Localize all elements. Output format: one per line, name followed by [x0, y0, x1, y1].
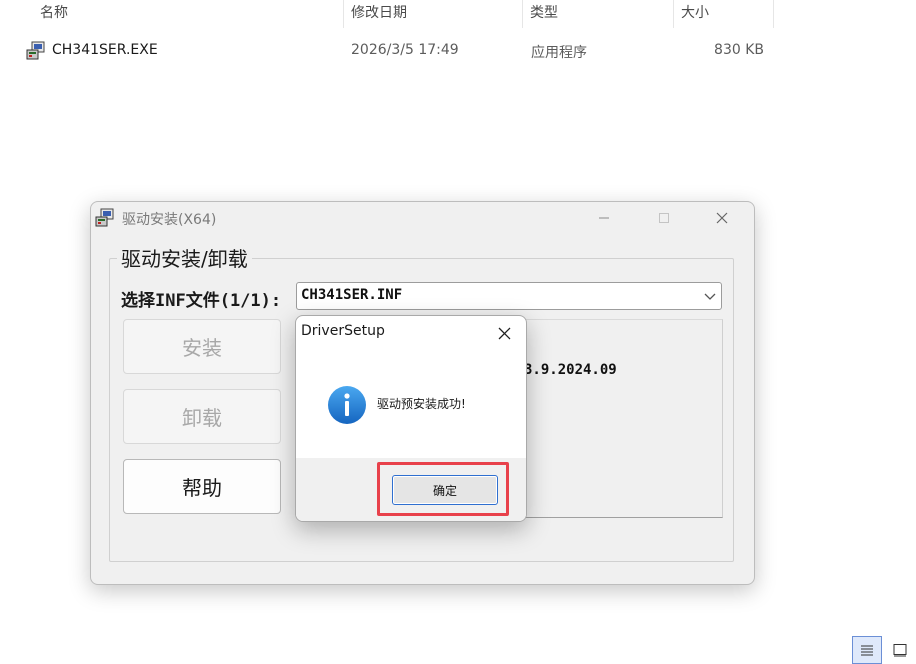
- large-icons-view-button[interactable]: [885, 636, 915, 664]
- window-title: 驱动安装(X64): [122, 212, 217, 228]
- file-modified: 2026/3/5 17:49: [351, 42, 459, 58]
- file-name: CH341SER.EXE: [52, 42, 158, 58]
- chevron-down-icon: [704, 293, 716, 300]
- column-divider[interactable]: [673, 0, 674, 28]
- column-size[interactable]: 大小: [681, 0, 709, 28]
- install-button[interactable]: 安装: [123, 319, 281, 374]
- column-divider[interactable]: [773, 0, 774, 28]
- column-divider[interactable]: [343, 0, 344, 28]
- installer-exe-icon: [26, 41, 45, 60]
- close-button[interactable]: [699, 202, 745, 234]
- driver-version-text: 3.9.2024.09: [524, 362, 617, 378]
- details-view-icon: [861, 645, 873, 656]
- ok-button[interactable]: 确定: [392, 475, 498, 505]
- maximize-icon: [659, 213, 669, 223]
- uninstall-button[interactable]: 卸载: [123, 389, 281, 444]
- driver-setup-dialog: DriverSetup 驱动预安装成功! 确定: [295, 315, 527, 522]
- dialog-footer: 确定: [296, 458, 526, 521]
- group-title: 驱动安装/卸载: [117, 243, 252, 272]
- file-type: 应用程序: [531, 45, 587, 61]
- dialog-close-button[interactable]: [492, 322, 516, 344]
- file-row[interactable]: CH341SER.EXE 2026/3/5 17:49 应用程序 830 KB: [22, 37, 774, 67]
- inf-file-select[interactable]: CH341SER.INF: [296, 282, 722, 310]
- maximize-button[interactable]: [641, 202, 687, 234]
- close-icon: [498, 327, 510, 339]
- column-modified[interactable]: 修改日期: [351, 0, 407, 28]
- large-icons-view-icon: [893, 644, 907, 657]
- dialog-title: DriverSetup: [301, 323, 385, 339]
- sort-up-icon: ^: [186, 0, 194, 4]
- help-button[interactable]: 帮助: [123, 459, 281, 514]
- file-size: 830 KB: [714, 42, 764, 58]
- column-divider[interactable]: [522, 0, 523, 28]
- column-header-bar: ^ 名称 修改日期 类型 大小: [0, 0, 775, 28]
- inf-file-label: 选择INF文件(1/1):: [121, 291, 282, 311]
- column-name[interactable]: 名称: [40, 0, 68, 28]
- details-view-button[interactable]: [852, 636, 882, 664]
- inf-file-value: CH341SER.INF: [301, 287, 403, 303]
- minimize-button[interactable]: [581, 202, 627, 234]
- installer-app-icon: [95, 208, 114, 227]
- minimize-icon: [599, 217, 609, 219]
- column-type[interactable]: 类型: [530, 0, 558, 28]
- info-icon: [328, 386, 366, 424]
- dialog-message: 驱动预安装成功!: [377, 397, 466, 411]
- close-icon: [716, 212, 728, 224]
